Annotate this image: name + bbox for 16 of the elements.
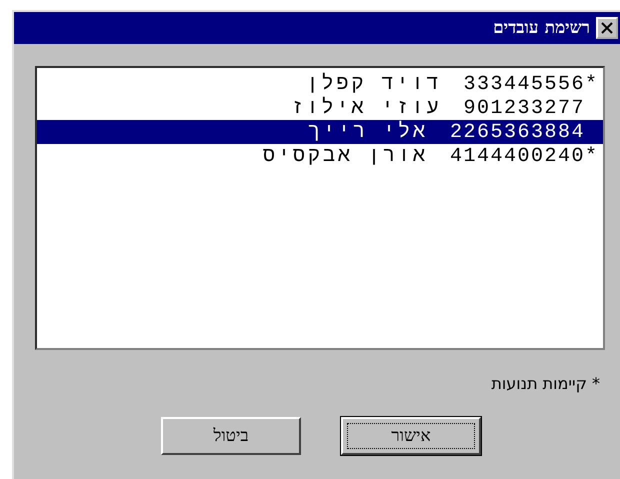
close-button[interactable] <box>596 17 618 39</box>
employee-number: 4144400240 <box>450 144 585 168</box>
employee-name: אלי רייך <box>308 120 428 144</box>
employee-number: 333445556 <box>463 72 585 96</box>
employee-name: דויד קפלן <box>306 72 442 96</box>
dialog-button[interactable]: ביטול <box>161 417 301 455</box>
transactions-mark: * <box>585 144 598 168</box>
window-title: רשימת עובדים <box>493 18 590 38</box>
dialog-button[interactable]: אישור <box>341 417 481 455</box>
footnote: * קיימות תנועות <box>491 374 600 393</box>
close-icon <box>600 21 614 35</box>
employee-number: 901233277 <box>463 96 585 120</box>
employee-name: עוזי אילוז <box>291 96 442 120</box>
employee-name: אורן אבקסיס <box>262 144 428 168</box>
employee-number: 2265363884 <box>450 120 585 144</box>
transactions-mark: * <box>585 72 598 96</box>
